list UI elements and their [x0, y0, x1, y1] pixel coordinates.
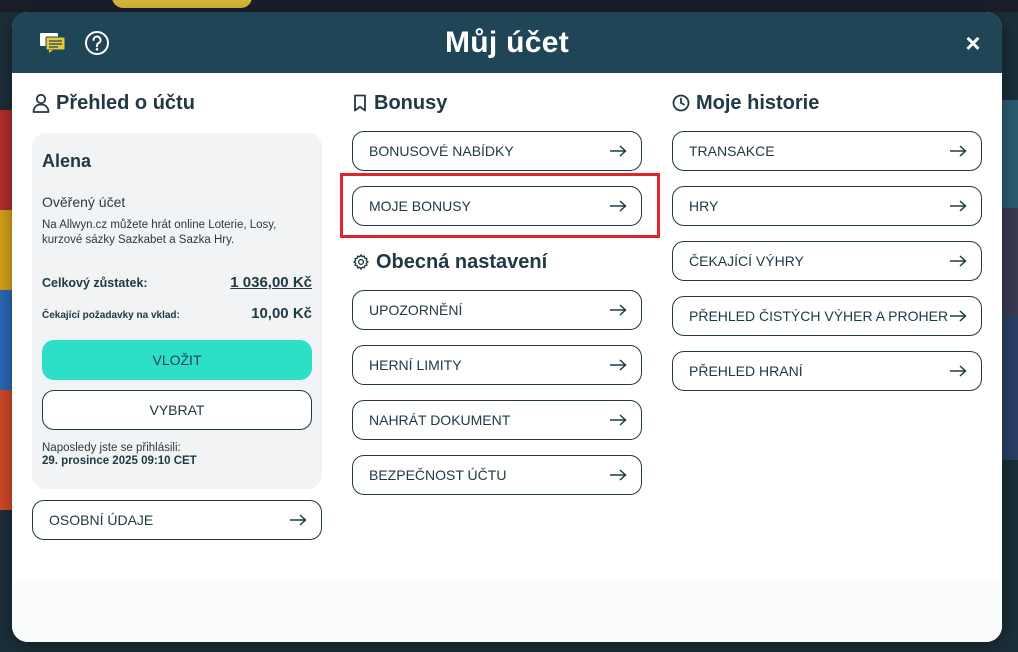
deposit-button[interactable]: VLOŽIT [42, 340, 312, 380]
personal-data-label: OSOBNÍ ÚDAJE [49, 512, 154, 528]
notifications-label: UPOZORNĚNÍ [369, 302, 463, 318]
arrow-right-icon [610, 200, 627, 212]
history-column: Moje historie TRANSAKCE HRY ČEKAJÍCÍ VÝH… [672, 73, 982, 391]
pending-deposit-label: Čekající požadavky na vklad: [42, 310, 180, 321]
game-limits-label: HERNÍ LIMITY [369, 357, 462, 373]
arrow-right-icon [950, 255, 967, 267]
account-info-text: Na Allwyn.cz můžete hrát online Loterie,… [42, 219, 277, 246]
bonuses-label: Bonusy [374, 91, 448, 114]
pending-deposit-value: 10,00 Kč [251, 305, 312, 322]
bookmark-icon [354, 94, 366, 112]
arrow-right-icon [610, 359, 627, 371]
general-settings-title: Obecná nastavení [352, 250, 642, 274]
arrow-right-icon [610, 469, 627, 481]
general-settings-label: Obecná nastavení [376, 250, 548, 273]
last-login-label: Naposledy jste se přihlásili: [42, 442, 181, 454]
modal-body: Přehled o účtu Alena Ověřený účet Na All… [12, 73, 1002, 642]
pending-wins-button[interactable]: ČEKAJÍCÍ VÝHRY [672, 241, 982, 281]
account-card: Alena Ověřený účet Na Allwyn.cz můžete h… [32, 133, 322, 489]
gear-icon [353, 254, 369, 270]
bonus-offers-label: BONUSOVÉ NABÍDKY [369, 143, 514, 159]
bonuses-list: BONUSOVÉ NABÍDKY MOJE BONUSY [352, 131, 642, 226]
notifications-button[interactable]: UPOZORNĚNÍ [352, 290, 642, 330]
arrow-right-icon [290, 514, 307, 526]
modal-header: Můj účet × [12, 12, 1002, 73]
history-label: Moje historie [696, 91, 820, 114]
user-icon [32, 93, 50, 113]
games-label: HRY [689, 198, 719, 214]
balance-row: Celkový zůstatek: 1 036,00 Kč [42, 274, 312, 291]
arrow-right-icon [610, 145, 627, 157]
net-wins-losses-button[interactable]: PŘEHLED ČISTÝCH VÝHER A PROHER [672, 296, 982, 336]
modal-title: Můj účet [444, 25, 570, 59]
transactions-button[interactable]: TRANSAKCE [672, 131, 982, 171]
close-button[interactable]: × [958, 28, 988, 58]
bonus-offers-button[interactable]: BONUSOVÉ NABÍDKY [352, 131, 642, 171]
body-footer-area [12, 582, 1002, 642]
account-security-label: BEZPEČNOST ÚČTU [369, 467, 507, 483]
upload-document-label: NAHRÁT DOKUMENT [369, 412, 511, 428]
verified-status: Ověřený účet [42, 194, 126, 210]
arrow-right-icon [950, 200, 967, 212]
play-overview-button[interactable]: PŘEHLED HRANÍ [672, 351, 982, 391]
account-overview-title: Přehled o účtu [32, 91, 322, 115]
settings-list: UPOZORNĚNÍ HERNÍ LIMITY NAHRÁT DOKUMENT [352, 290, 642, 495]
background-button [112, 0, 252, 8]
games-button[interactable]: HRY [672, 186, 982, 226]
play-overview-label: PŘEHLED HRANÍ [689, 363, 803, 379]
arrow-right-icon [950, 145, 967, 157]
game-limits-button[interactable]: HERNÍ LIMITY [352, 345, 642, 385]
balance-label: Celkový zůstatek: [42, 276, 148, 290]
balance-value[interactable]: 1 036,00 Kč [230, 274, 312, 291]
net-wins-losses-label: PŘEHLED ČISTÝCH VÝHER A PROHER [689, 308, 949, 324]
my-bonuses-label: MOJE BONUSY [369, 198, 471, 214]
user-name: Alena [42, 151, 92, 171]
my-bonuses-button[interactable]: MOJE BONUSY [352, 186, 642, 226]
background-game-tiles-right [1000, 100, 1018, 460]
account-modal: Můj účet × Přehled o účtu Alena Ověřený … [12, 12, 1002, 642]
last-login-date: 29. prosince 2025 09:10 CET [42, 455, 197, 467]
help-icon[interactable] [82, 28, 112, 58]
account-security-button[interactable]: BEZPEČNOST ÚČTU [352, 455, 642, 495]
account-overview-label: Přehled o účtu [56, 91, 195, 114]
history-title: Moje historie [672, 91, 982, 115]
personal-data-button[interactable]: OSOBNÍ ÚDAJE [32, 500, 322, 540]
arrow-right-icon [610, 414, 627, 426]
pending-wins-label: ČEKAJÍCÍ VÝHRY [689, 253, 804, 269]
clock-icon [672, 94, 690, 112]
upload-document-button[interactable]: NAHRÁT DOKUMENT [352, 400, 642, 440]
arrow-right-icon [950, 365, 967, 377]
account-overview-column: Přehled o účtu Alena Ověřený účet Na All… [32, 73, 322, 540]
background-game-tiles-left [0, 110, 12, 510]
bonuses-settings-column: Bonusy BONUSOVÉ NABÍDKY MOJE BONUSY Obec… [352, 73, 642, 495]
chat-icon[interactable] [38, 28, 68, 58]
arrow-right-icon [950, 310, 967, 322]
transactions-label: TRANSAKCE [689, 143, 775, 159]
history-list: TRANSAKCE HRY ČEKAJÍCÍ VÝHRY PŘEHLED ČIS… [672, 131, 982, 391]
withdraw-button[interactable]: VYBRAT [42, 390, 312, 430]
bonuses-title: Bonusy [352, 91, 642, 115]
pending-deposit-row: Čekající požadavky na vklad: 10,00 Kč [42, 305, 312, 322]
arrow-right-icon [610, 304, 627, 316]
